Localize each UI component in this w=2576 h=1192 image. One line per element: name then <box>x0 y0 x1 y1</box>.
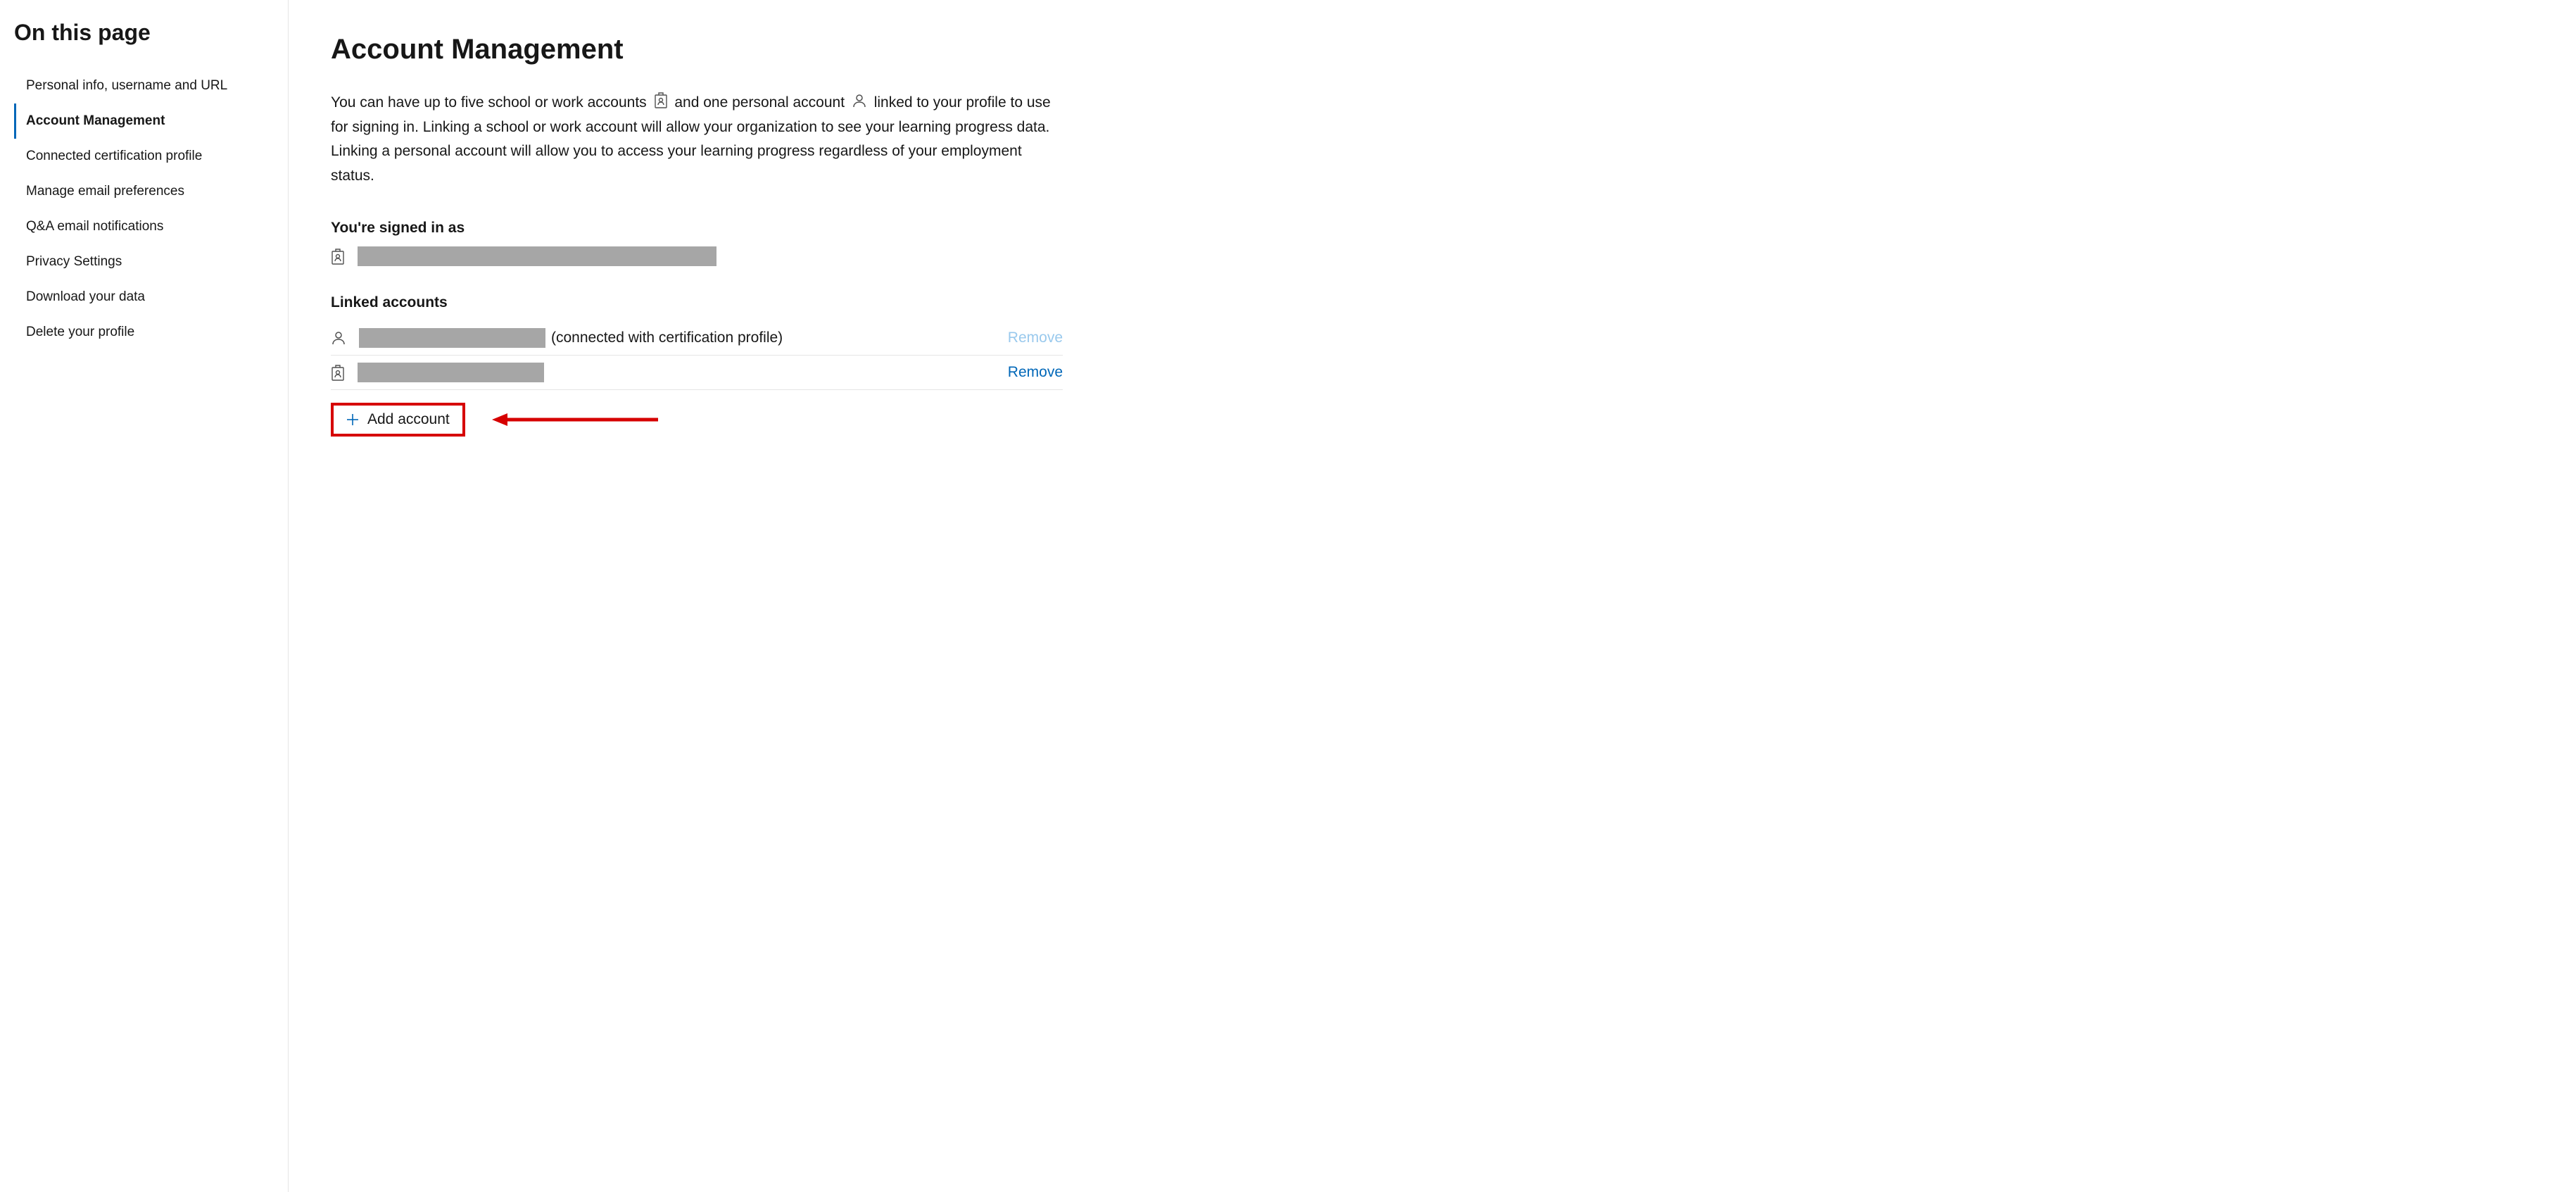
linked-account-note: (connected with certification profile) <box>551 330 783 346</box>
redacted-account-name <box>359 328 545 348</box>
sidebar-item-connected-cert[interactable]: Connected certification profile <box>14 139 274 174</box>
sidebar-item-label: Q&A email notifications <box>26 219 163 234</box>
sidebar-item-email-prefs[interactable]: Manage email preferences <box>14 174 274 209</box>
sidebar-item-label: Delete your profile <box>26 325 134 339</box>
sidebar-item-download-data[interactable]: Download your data <box>14 280 274 315</box>
signed-in-row <box>331 246 1063 266</box>
sidebar-item-label: Privacy Settings <box>26 254 122 269</box>
linked-accounts-label: Linked accounts <box>331 294 1063 311</box>
plus-icon <box>346 413 359 426</box>
remove-link[interactable]: Remove <box>1008 330 1063 346</box>
person-icon <box>331 330 346 346</box>
sidebar-item-privacy[interactable]: Privacy Settings <box>14 244 274 280</box>
redacted-account-name <box>358 246 716 266</box>
add-account-label: Add account <box>367 411 450 428</box>
arrow-annotation-icon <box>492 411 661 428</box>
sidebar-item-label: Connected certification profile <box>26 149 202 163</box>
sidebar-item-label: Manage email preferences <box>26 184 184 199</box>
linked-account-row: (connected with certification profile) R… <box>331 321 1063 356</box>
sidebar-item-label: Personal info, username and URL <box>26 78 227 93</box>
sidebar-item-qa-notifications[interactable]: Q&A email notifications <box>14 209 274 244</box>
redacted-account-name <box>358 363 544 382</box>
add-account-container: Add account <box>331 403 1063 437</box>
signed-in-label: You're signed in as <box>331 220 1063 237</box>
remove-link[interactable]: Remove <box>1008 364 1063 381</box>
badge-icon <box>654 92 668 108</box>
description-text: You can have up to five school or work a… <box>331 91 1063 189</box>
sidebar-item-label: Account Management <box>26 113 165 128</box>
page-title: Account Management <box>331 34 1063 65</box>
sidebar-item-delete-profile[interactable]: Delete your profile <box>14 315 274 350</box>
badge-icon <box>331 248 345 265</box>
add-account-button[interactable]: Add account <box>331 403 465 437</box>
linked-account-row: Remove <box>331 356 1063 390</box>
sidebar-nav: Personal info, username and URL Account … <box>14 68 274 350</box>
sidebar-item-account-management[interactable]: Account Management <box>14 103 274 139</box>
sidebar-item-personal-info[interactable]: Personal info, username and URL <box>14 68 274 103</box>
sidebar-title: On this page <box>14 20 274 46</box>
sidebar: On this page Personal info, username and… <box>0 0 289 1192</box>
badge-icon <box>331 364 345 381</box>
person-icon <box>852 93 867 108</box>
main-content: Account Management You can have up to fi… <box>289 0 1105 1192</box>
sidebar-item-label: Download your data <box>26 289 145 304</box>
